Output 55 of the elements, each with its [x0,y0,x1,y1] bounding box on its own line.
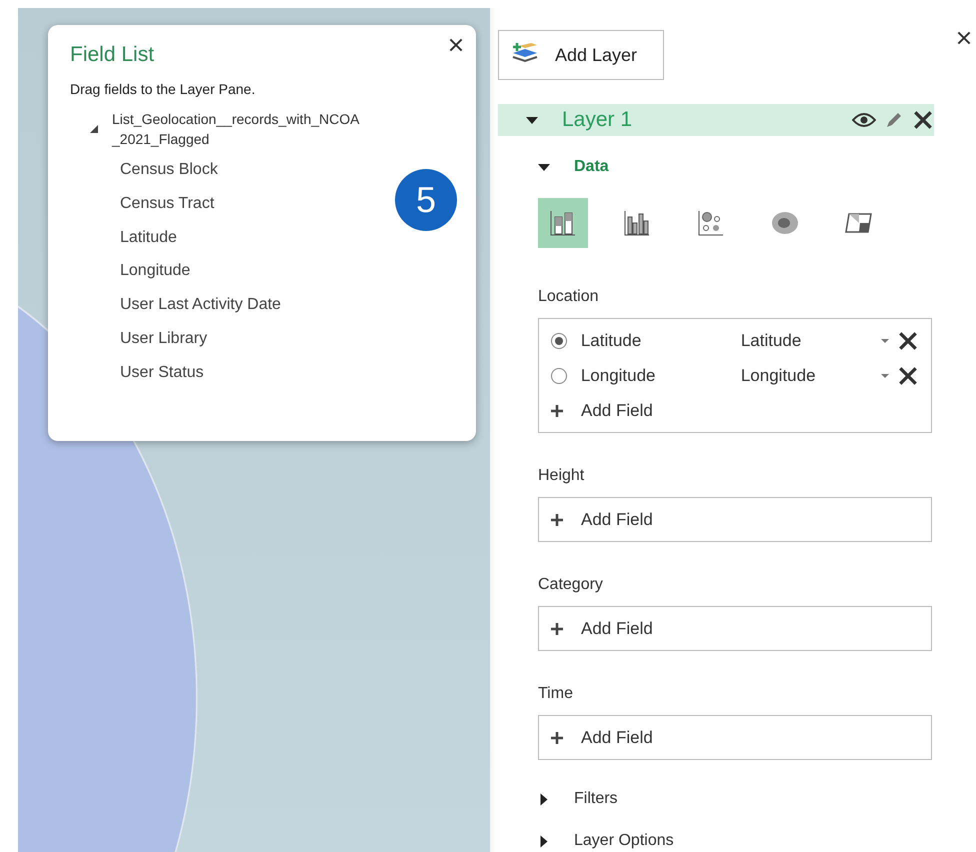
add-field-button[interactable]: Add Field [551,611,653,646]
well-label: Category [538,576,604,594]
section-title[interactable]: Filters [574,790,618,808]
well-label: Time [538,685,574,703]
clustered-column-icon [623,209,651,237]
plus-icon [551,404,563,416]
close-button[interactable] [448,37,464,53]
type-dropdown[interactable]: Longitude [740,366,889,386]
bubble-chart-icon [697,209,725,237]
dropdown-caret-icon [881,338,889,342]
collapse-triangle-icon[interactable] [526,116,538,124]
field-name: Longitude [580,366,657,386]
dropdown-caret-icon [881,374,889,378]
field-name: Latitude [580,330,642,350]
layer-name: Layer 1 [562,108,634,132]
close-icon [956,30,972,46]
well-label: Location [538,288,600,306]
close-icon [897,330,919,352]
close-icon [897,364,919,386]
eye-icon[interactable] [852,112,876,128]
add-field-button[interactable]: Add Field [551,393,653,428]
table-name[interactable]: List_Geolocation__records_with_NCOA _2021_Flagged [112,109,442,149]
field-item[interactable]: Latitude [120,220,177,254]
collapse-triangle-icon[interactable] [538,164,550,170]
radio-button[interactable] [551,368,567,384]
add-field-button[interactable]: Add Field [551,720,653,755]
section-title[interactable]: Layer Options [574,832,674,850]
field-item[interactable]: Census Tract [120,186,214,221]
field-item[interactable]: User Library [120,322,208,356]
plus-icon [551,622,563,634]
field-item[interactable]: User Last Activity Date [120,288,281,322]
close-icon [912,109,934,131]
expand-triangle-icon[interactable] [90,125,98,133]
field-item[interactable]: Longitude [120,254,190,288]
field-item[interactable]: Census Block [120,153,218,187]
section-title[interactable]: Data [574,158,609,176]
well-label: Height [538,467,586,485]
plus-icon [551,514,563,526]
visualization-type-button[interactable] [538,198,588,248]
add-field-button[interactable]: Add Field [551,502,653,537]
type-dropdown[interactable]: Latitude [740,330,889,350]
popup-hint: Drag fields to the Layer Pane. [70,81,256,97]
region-map-icon [844,211,874,235]
expand-triangle-icon[interactable] [540,835,548,847]
heat-map-icon [770,209,800,237]
add-layer-button[interactable]: Add Layer [498,30,664,80]
expand-triangle-icon[interactable] [540,793,548,805]
close-icon [448,37,464,53]
field-item[interactable]: User Status [120,356,204,390]
popup-title: Field List [70,43,156,67]
stacked-column-icon [549,209,577,237]
plus-icon [551,732,563,744]
pencil-icon[interactable] [884,110,904,130]
close-button[interactable] [956,30,972,46]
radio-button[interactable] [551,332,567,348]
